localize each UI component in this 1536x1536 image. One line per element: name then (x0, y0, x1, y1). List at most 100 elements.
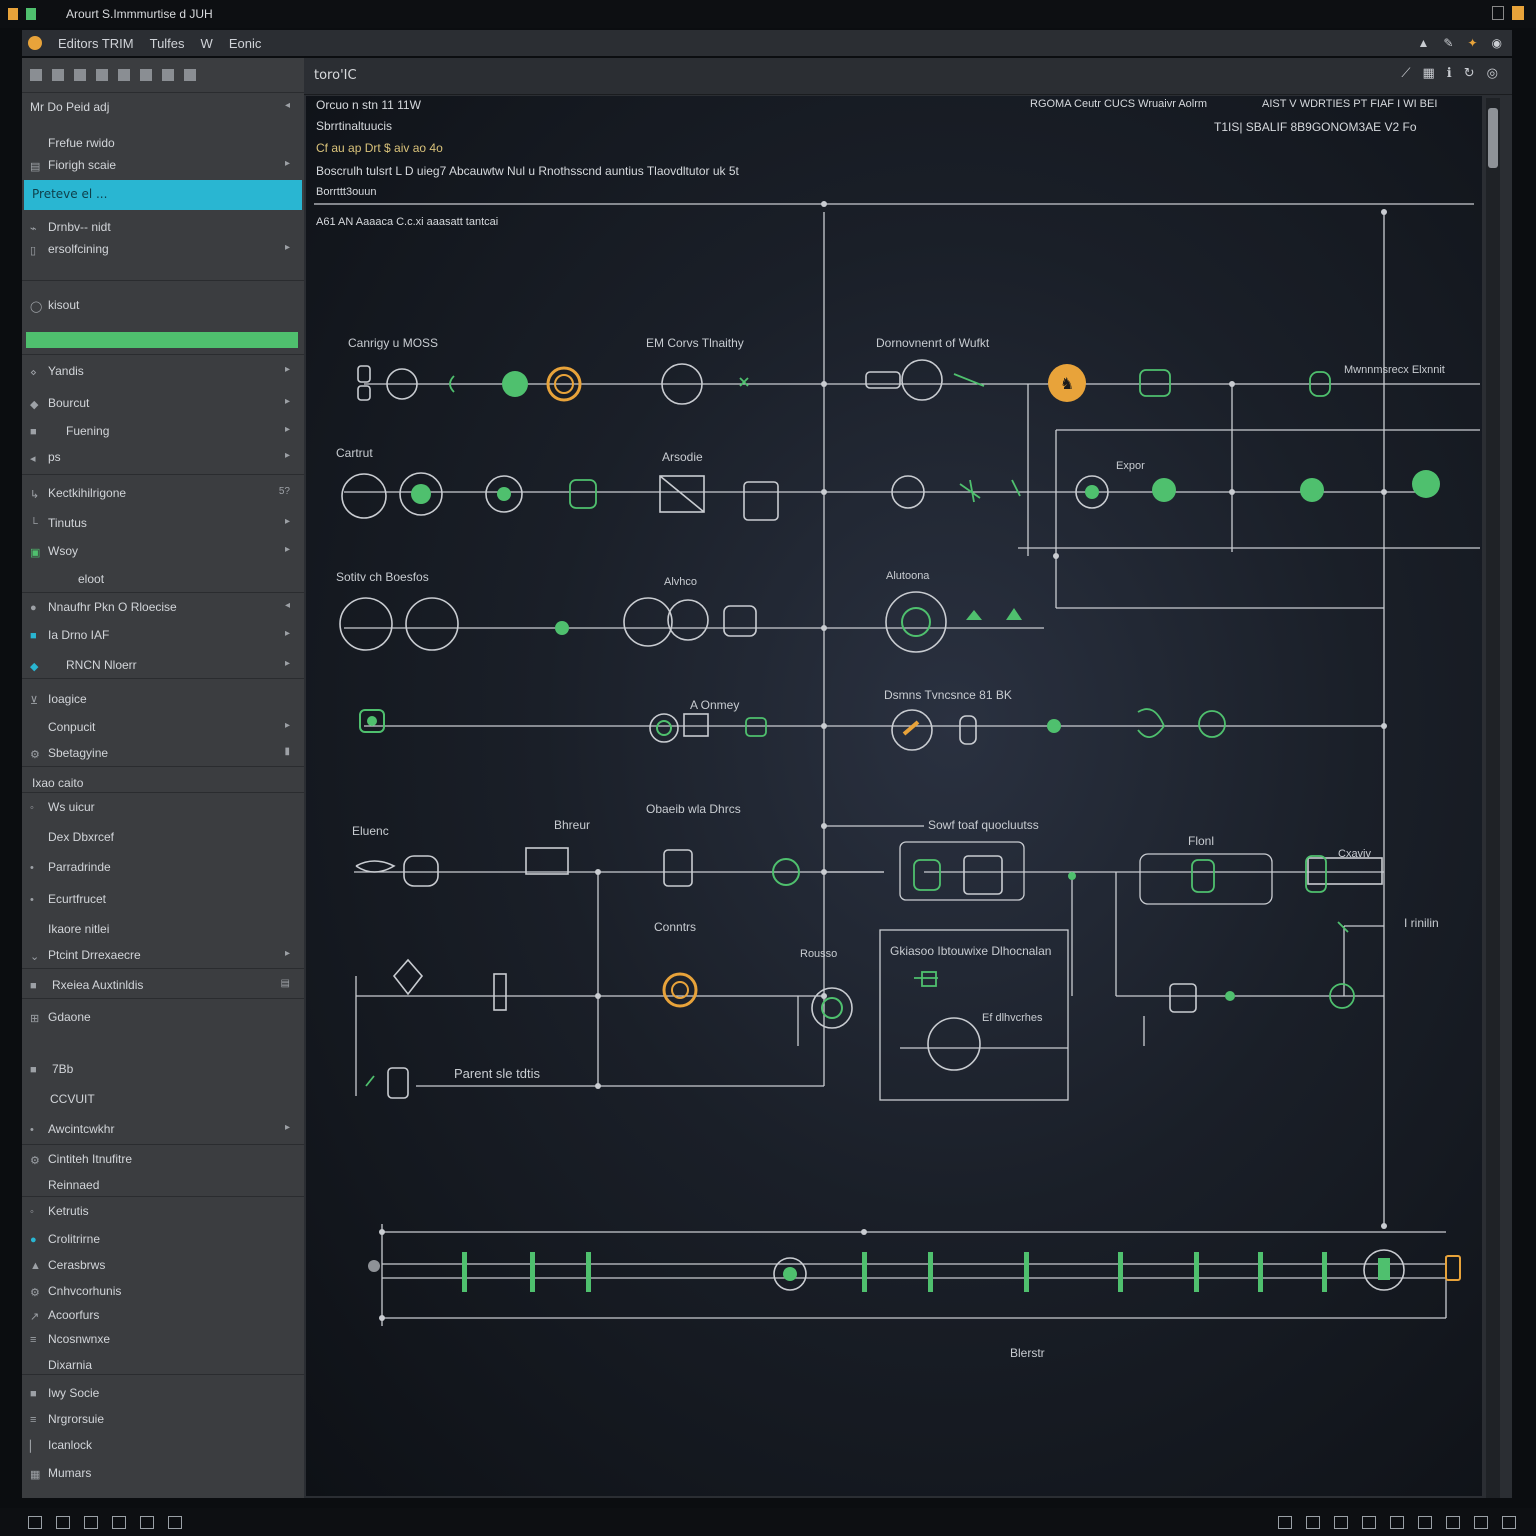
bus-label: Blerstr (1010, 1346, 1045, 1360)
component-label: Cartrut (336, 446, 373, 460)
dot-icon: • (30, 862, 34, 874)
gadget-icon: ⊞ (30, 1013, 40, 1025)
cut-icon[interactable] (1474, 1516, 1488, 1529)
grid-icon[interactable] (96, 69, 108, 81)
chip-icon[interactable] (1334, 1516, 1348, 1529)
cube-icon: ■ (30, 1064, 37, 1076)
paint-icon[interactable]: ✦ (1467, 36, 1477, 50)
progress-bar (26, 332, 298, 348)
wire-icon: ◦ (30, 802, 34, 814)
app-icon (8, 8, 18, 20)
cyan-chip-icon: ■ (30, 630, 37, 642)
window-title: Arourt S.Immmurtise d JUH (66, 7, 213, 21)
equals-icon: ≡ (30, 1334, 37, 1346)
title-bar: Arourt S.Immmurtise d JUH (0, 0, 1536, 28)
component-label: Conntrs (654, 920, 697, 934)
tree-icon: └ (30, 518, 38, 530)
crop-icon[interactable] (56, 1516, 70, 1529)
status-icon (26, 8, 36, 20)
close-icon[interactable]: ◉ (1492, 36, 1502, 50)
tab-schematic[interactable]: toro'IC (314, 68, 357, 83)
dot-icon: • (30, 894, 34, 906)
component-label: Cxaviv (1338, 848, 1372, 860)
minus-icon[interactable] (118, 69, 130, 81)
triangle-icon: ▲ (30, 1260, 41, 1272)
collapse-icon[interactable] (184, 69, 196, 81)
layer-icon[interactable] (1418, 1516, 1432, 1529)
wire-tool-icon[interactable]: ⟋ (1401, 66, 1410, 81)
scroll-thumb[interactable] (1488, 108, 1498, 168)
vertical-scrollbar[interactable] (1486, 98, 1500, 1498)
component-label: Gkiasoo Ibtouwixe Dlhocnalan (890, 944, 1052, 958)
schematic-drawing[interactable]: ♞ (304, 96, 1480, 1386)
box-icon: ■ (30, 980, 37, 992)
link-icon: ⌁ (30, 223, 37, 235)
file-icon: ▤ (30, 161, 41, 173)
component-label: Alvhco (664, 576, 698, 588)
chevron-down-icon: ⌄ (30, 951, 40, 963)
window-icon[interactable] (112, 1516, 126, 1529)
restore-icon[interactable] (1492, 6, 1504, 20)
component-label: Dsmns Tvncsnce 81 BK (884, 688, 1012, 702)
box-icon[interactable] (1446, 1516, 1460, 1529)
gear-icon: ⚙ (30, 749, 40, 761)
new-icon[interactable] (30, 69, 42, 81)
gear-icon: ⚙ (30, 1287, 40, 1299)
list-icon: ≡ (30, 1414, 37, 1426)
filter-icon[interactable] (1278, 1516, 1292, 1529)
pin-icon: ◂ (30, 453, 36, 465)
redo-icon[interactable] (162, 69, 174, 81)
sync-icon[interactable] (140, 1516, 154, 1529)
component-label: Ef dlhvcrhes (982, 1012, 1043, 1024)
sidebar: Mr Do Peid adj ◂ Frefue rwido ▤ Fiorigh sc… (22, 58, 304, 1498)
component-label: I rinilin (1404, 916, 1439, 930)
undo-icon[interactable] (140, 69, 152, 81)
menu-bar: Editors TRIM Tulfes W Eonic ▲ ✎ ✦ ◉ (22, 30, 1512, 56)
sidebar-item-selected[interactable]: Preteve el ... (24, 180, 302, 210)
arrow-icon: ↗ (30, 1311, 40, 1323)
folder-icon[interactable] (52, 69, 64, 81)
component-icon: ◆ (30, 399, 39, 411)
pause-icon[interactable] (1306, 1516, 1320, 1529)
branch-icon: ↳ (30, 489, 40, 501)
clip-icon[interactable] (168, 1516, 182, 1529)
dot-icon: • (30, 1124, 34, 1136)
panel-icon[interactable] (28, 1516, 42, 1529)
grid-icon: ▦ (30, 1469, 41, 1481)
menu-item-editors[interactable]: Editors TRIM (58, 36, 134, 51)
help-icon[interactable]: ◎ (1487, 66, 1498, 81)
menu-item-w[interactable]: W (201, 36, 213, 51)
component-label: Canrigy u MOSS (348, 336, 439, 350)
component-label: EM Corvs Tlnaithy (646, 336, 744, 350)
clock-icon: ◯ (30, 301, 43, 313)
component-label: Flonl (1188, 834, 1215, 848)
component-label: Dornovnenrt of Wufkt (876, 336, 990, 350)
component-label: Eluenc (352, 824, 389, 838)
chip-icon: ▣ (30, 547, 41, 559)
logo-icon (28, 36, 42, 50)
component-label: Obaeib wla Dhrcs (646, 802, 741, 816)
pin-icon: ▏ (30, 1441, 39, 1453)
menu-item-tulfes[interactable]: Tulfes (150, 36, 185, 51)
print-icon[interactable] (84, 1516, 98, 1529)
screen-icon[interactable] (1362, 1516, 1376, 1529)
component-label: A Onmey (690, 698, 740, 712)
list-icon[interactable] (74, 69, 86, 81)
node-icon: ⋄ (30, 367, 37, 379)
component-label: Parent sle tdtis (454, 1066, 540, 1081)
arrow-up-icon[interactable]: ▲ (1418, 36, 1430, 50)
info-icon[interactable]: ℹ (1447, 66, 1452, 81)
settings-icon[interactable] (1512, 6, 1524, 20)
send-icon[interactable] (1390, 1516, 1404, 1529)
wave-icon[interactable] (1502, 1516, 1516, 1529)
component-label: Sotitv ch Boesfos (336, 570, 429, 584)
component-tool-icon[interactable]: ▦ (1423, 66, 1435, 81)
cyan-dot-icon: ● (30, 1234, 37, 1246)
component-label: Expor (1116, 460, 1145, 472)
box-icon: ■ (30, 426, 37, 438)
pin-icon[interactable]: ✎ (1443, 36, 1453, 50)
editor-tabbar: toro'IC ⟋ ▦ ℹ ↻ ◎ (304, 58, 1512, 95)
mode-icon[interactable]: ↻ (1464, 66, 1475, 81)
doc-icon: ▯ (30, 245, 37, 257)
menu-item-eonic[interactable]: Eonic (229, 36, 262, 51)
